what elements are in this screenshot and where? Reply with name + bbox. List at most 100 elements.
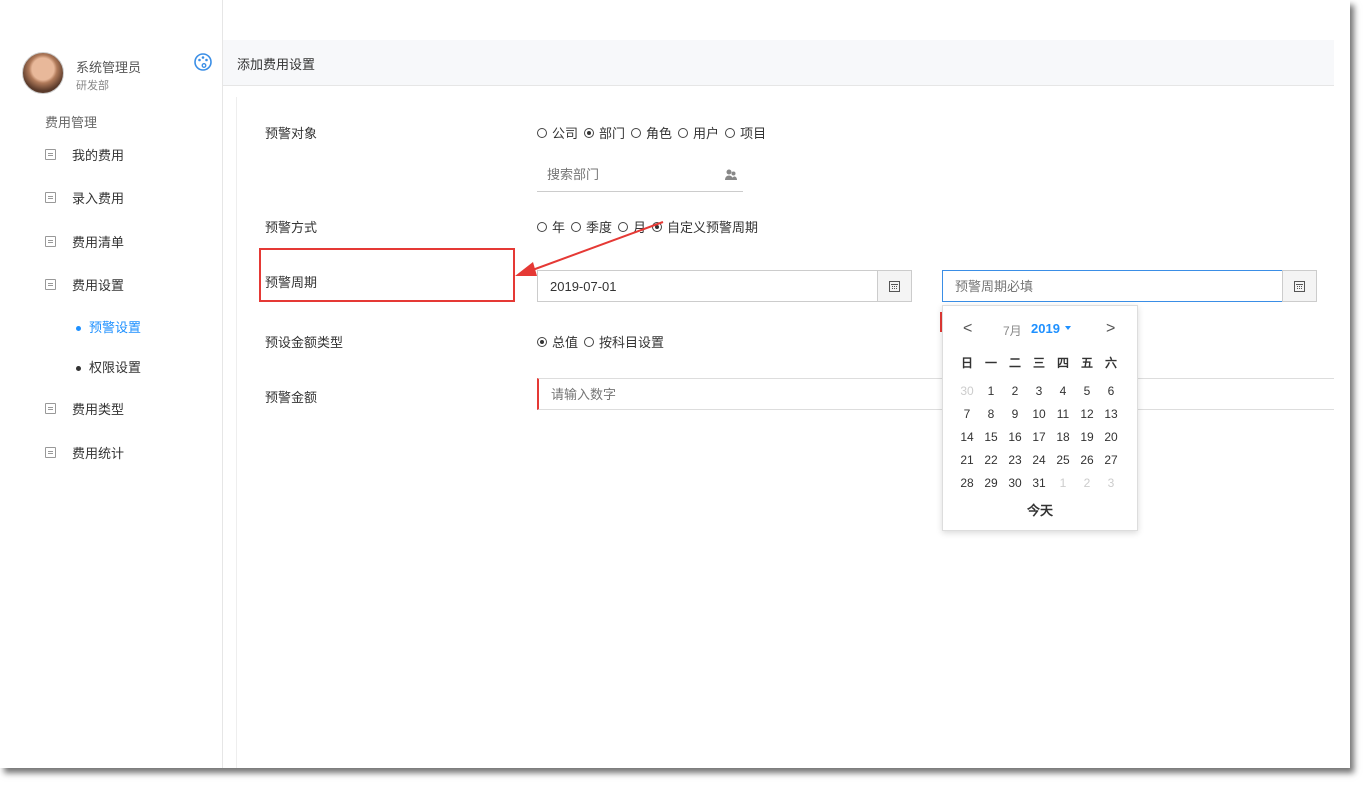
calendar-day[interactable]: 4 (1051, 384, 1075, 407)
calendar-day[interactable]: 11 (1051, 407, 1075, 430)
calendar-day[interactable]: 31 (1027, 476, 1051, 499)
chart-icon (45, 447, 56, 458)
calendar-day[interactable]: 21 (955, 453, 979, 476)
period-start-input[interactable] (548, 278, 812, 295)
calendar-day[interactable]: 30 (955, 384, 979, 407)
sidebar-subitem-alert-settings[interactable]: 预警设置 (76, 317, 141, 336)
sidebar-item-enter-expense[interactable]: 录入费用 (45, 188, 124, 207)
radio-total[interactable]: 总值 (537, 332, 578, 351)
calendar-month[interactable]: 7月 (1003, 322, 1022, 339)
calendar-day[interactable]: 30 (1003, 476, 1027, 499)
radio-role[interactable]: 角色 (631, 123, 672, 142)
calendar-week-row: 28 29 30 31 1 2 3 (955, 476, 1123, 499)
radio-department[interactable]: 部门 (584, 123, 625, 142)
calendar-day[interactable]: 3 (1027, 384, 1051, 407)
amount-type-label: 预设金额类型 (265, 335, 344, 350)
calendar-week-row: 7 8 9 10 11 12 13 (955, 407, 1123, 430)
radio-project[interactable]: 项目 (725, 123, 766, 142)
sidebar-item-expense-stats[interactable]: 费用统计 (45, 443, 124, 462)
calendar-year[interactable]: 2019 (1031, 321, 1060, 336)
calendar-day[interactable]: 25 (1051, 453, 1075, 476)
period-end-field (942, 270, 1283, 302)
calendar-day[interactable]: 1 (1051, 476, 1075, 499)
calendar-day[interactable]: 9 (1003, 407, 1027, 430)
users-icon[interactable] (723, 167, 739, 183)
sidebar-item-expense-list[interactable]: 费用清单 (45, 232, 124, 251)
calendar-day[interactable]: 7 (955, 407, 979, 430)
radio-label: 项目 (740, 126, 767, 141)
weekday-label: 三 (1032, 356, 1045, 370)
period-start-field (537, 270, 879, 302)
settings-list-icon (45, 279, 56, 290)
weekday-label: 二 (1008, 356, 1021, 370)
next-month-icon[interactable]: > (1106, 320, 1115, 338)
calendar-week-row: 21 22 23 24 25 26 27 (955, 453, 1123, 476)
calendar-day[interactable]: 18 (1051, 430, 1075, 453)
calendar-day[interactable]: 22 (979, 453, 1003, 476)
calendar-day[interactable]: 17 (1027, 430, 1051, 453)
calendar-grid: 30 1 2 3 4 5 6 7 8 9 10 11 12 13 14 15 16 17 18 19 20 21 22 23 2… (955, 384, 1123, 499)
period-start-calendar-button[interactable] (877, 270, 912, 302)
calendar-day[interactable]: 12 (1075, 407, 1099, 430)
radio-by-subject[interactable]: 按科目设置 (584, 332, 664, 351)
today-button[interactable]: 今天 (943, 500, 1137, 519)
department-search (537, 160, 743, 192)
calendar-day[interactable]: 28 (955, 476, 979, 499)
sidebar-item-my-expenses[interactable]: 我的费用 (45, 145, 124, 164)
calendar-day[interactable]: 26 (1075, 453, 1099, 476)
calendar-day[interactable]: 8 (979, 407, 1003, 430)
calendar-day[interactable]: 3 (1099, 476, 1123, 499)
prev-month-icon[interactable]: < (963, 320, 972, 338)
calendar-icon (1294, 280, 1305, 292)
weekday-label: 一 (984, 356, 997, 370)
bullet-icon (76, 326, 81, 332)
period-end-calendar-button[interactable] (1282, 270, 1317, 302)
calendar-day[interactable]: 2 (1003, 384, 1027, 407)
radio-label: 自定义预警周期 (667, 220, 759, 235)
calendar-day[interactable]: 16 (1003, 430, 1027, 453)
radio-label: 部门 (599, 126, 626, 141)
calendar-day[interactable]: 10 (1027, 407, 1051, 430)
calendar-day[interactable]: 19 (1075, 430, 1099, 453)
user-dept: 研发部 (76, 80, 109, 92)
radio-circle (725, 127, 736, 138)
period-end-input[interactable] (953, 278, 1217, 295)
calendar-day[interactable]: 1 (979, 384, 1003, 407)
calendar-day[interactable]: 13 (1099, 407, 1123, 430)
calendar-week-row: 30 1 2 3 4 5 6 (955, 384, 1123, 407)
calendar-day[interactable]: 6 (1099, 384, 1123, 407)
calendar-day[interactable]: 20 (1099, 430, 1123, 453)
sidebar-item-label: 费用设置 (72, 278, 125, 293)
radio-label: 按科目设置 (599, 335, 665, 350)
calendar-day[interactable]: 23 (1003, 453, 1027, 476)
calendar-day[interactable]: 27 (1099, 453, 1123, 476)
calendar-day[interactable]: 2 (1075, 476, 1099, 499)
radio-company[interactable]: 公司 (537, 123, 578, 142)
menu-group-title: 费用管理 (45, 115, 98, 130)
weekday-label: 六 (1104, 356, 1117, 370)
year-dropdown-icon[interactable] (1065, 326, 1071, 330)
calendar-day[interactable]: 5 (1075, 384, 1099, 407)
radio-label: 角色 (646, 126, 673, 141)
weekday-header: 日 一 二 三 四 五 六 (955, 354, 1123, 371)
avatar[interactable] (22, 52, 64, 94)
radio-user[interactable]: 用户 (678, 123, 719, 142)
sidebar-subitem-permission-settings[interactable]: 权限设置 (76, 357, 141, 376)
palette-icon[interactable] (193, 52, 213, 72)
calendar-day[interactable]: 29 (979, 476, 1003, 499)
amount-input[interactable] (549, 386, 853, 403)
app-window: 系统管理员 研发部 费用管理 我的费用 录入费用 费用清单 费用设置 预警设置 … (0, 0, 1350, 768)
sidebar-item-expense-types[interactable]: 费用类型 (45, 399, 124, 418)
target-label: 预警对象 (265, 126, 318, 141)
search-input[interactable] (545, 166, 709, 183)
amount-type-radio-group: 总值 按科目设置 (537, 332, 670, 351)
sidebar: 系统管理员 研发部 费用管理 我的费用 录入费用 费用清单 费用设置 预警设置 … (0, 0, 223, 768)
calendar-day[interactable]: 24 (1027, 453, 1051, 476)
calendar-day[interactable]: 14 (955, 430, 979, 453)
radio-circle (537, 127, 547, 138)
calendar-day[interactable]: 15 (979, 430, 1003, 453)
radio-label: 用户 (693, 126, 720, 141)
sidebar-item-expense-settings[interactable]: 费用设置 (45, 275, 124, 294)
page-header: 添加费用设置 (223, 40, 1334, 86)
date-picker-popup: < 7月 2019 > 日 一 二 三 四 五 六 30 1 2 3 4 5 6 7 8 9 10 1… (942, 305, 1138, 531)
